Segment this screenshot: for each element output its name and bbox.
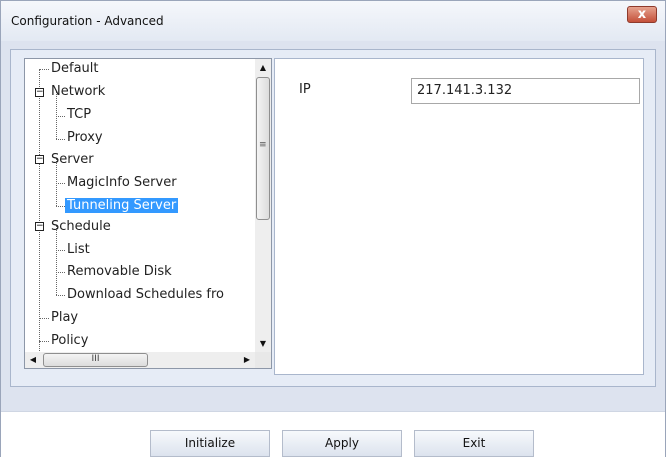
tree-item-list[interactable]: List: [65, 240, 92, 260]
scroll-down-arrow-icon[interactable]: ▼: [255, 335, 271, 352]
tree-item-removable-disk[interactable]: Removable Disk: [65, 262, 174, 282]
settings-tree[interactable]: − − − Default Network TCP Proxy Server M…: [24, 58, 272, 369]
tree-connector: [56, 139, 65, 140]
apply-button[interactable]: Apply: [282, 430, 402, 457]
tree-connector: [39, 341, 49, 342]
tree-connector: [56, 183, 65, 184]
grip-icon: ≡: [259, 140, 267, 150]
tree-connector: [56, 272, 65, 273]
ip-label: IP: [299, 82, 311, 97]
scrollbar-corner: [255, 352, 271, 368]
tree-item-schedule[interactable]: Schedule: [49, 217, 113, 237]
close-button[interactable]: x: [627, 6, 657, 23]
ip-input[interactable]: 217.141.3.132: [411, 78, 640, 104]
scroll-up-arrow-icon[interactable]: ▲: [255, 59, 271, 76]
tree-vertical-scrollbar[interactable]: ▲ ≡ ▼: [255, 59, 271, 352]
tree-item-policy[interactable]: Policy: [49, 331, 90, 351]
tree-item-tunneling-server[interactable]: Tunneling Server: [65, 196, 179, 216]
title-bar: Configuration - Advanced x: [1, 1, 665, 41]
tree-item-download-schedules[interactable]: Download Schedules fro: [65, 285, 226, 305]
tree-item-network[interactable]: Network: [49, 82, 107, 102]
tree-item-proxy[interactable]: Proxy: [65, 128, 105, 148]
tree-connector: [39, 69, 49, 70]
tree-item-tcp[interactable]: TCP: [65, 105, 93, 125]
horizontal-scroll-thumb[interactable]: III: [43, 353, 148, 367]
tree-connector: [56, 116, 65, 117]
tree-connector: [39, 69, 40, 352]
tree-connector: [56, 250, 65, 251]
tree-connector: [56, 206, 65, 207]
tree-item-magicinfo-server[interactable]: MagicInfo Server: [65, 173, 179, 193]
tree-content: − − − Default Network TCP Proxy Server M…: [25, 59, 255, 352]
collapse-schedule-icon[interactable]: −: [35, 222, 44, 231]
scroll-left-arrow-icon[interactable]: ◀: [25, 352, 41, 368]
client-area: − − − Default Network TCP Proxy Server M…: [10, 49, 656, 387]
collapse-server-icon[interactable]: −: [35, 155, 44, 164]
config-window: Configuration - Advanced x − − − Default…: [0, 0, 666, 457]
tree-item-default[interactable]: Default: [49, 59, 101, 79]
scroll-right-arrow-icon[interactable]: ▶: [239, 352, 255, 368]
initialize-button[interactable]: Initialize: [150, 430, 270, 457]
window-title: Configuration - Advanced: [11, 14, 164, 28]
collapse-network-icon[interactable]: −: [35, 88, 44, 97]
tree-connector: [39, 318, 49, 319]
vertical-scroll-thumb[interactable]: ≡: [256, 77, 270, 220]
tree-item-server[interactable]: Server: [49, 150, 96, 170]
tree-horizontal-scrollbar[interactable]: ◀ III ▶: [25, 352, 255, 368]
tree-connector: [56, 295, 65, 296]
button-bar: Initialize Apply Exit: [1, 411, 665, 457]
tree-item-play[interactable]: Play: [49, 308, 80, 328]
settings-panel: IP 217.141.3.132: [274, 58, 644, 375]
exit-button[interactable]: Exit: [414, 430, 534, 457]
